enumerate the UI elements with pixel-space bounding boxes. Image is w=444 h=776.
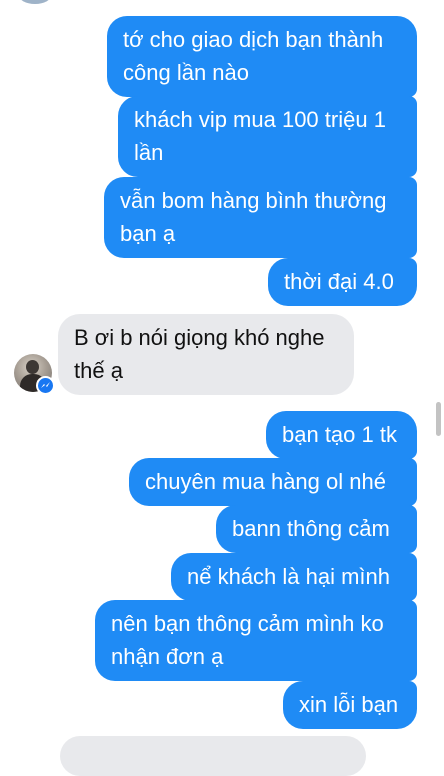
incoming-message[interactable]: B ơi b nói giọng khó nghe thế ạ (58, 314, 354, 395)
outgoing-message[interactable]: nên bạn thông cảm mình ko nhận đơn ạ (95, 600, 417, 681)
outgoing-message[interactable]: chuyên mua hàng ol nhé (129, 458, 417, 506)
outgoing-message[interactable]: khách vip mua 100 triệu 1 lần (118, 96, 417, 177)
chat-thread: tớ cho giao dịch bạn thành công lần nào … (0, 0, 444, 776)
avatar (18, 0, 52, 4)
outgoing-message[interactable]: nể khách là hại mình (171, 553, 417, 601)
scrollbar[interactable] (436, 402, 441, 436)
outgoing-message[interactable]: bạn tạo 1 tk (266, 411, 417, 459)
outgoing-message[interactable]: bann thông cảm (216, 505, 417, 553)
outgoing-message[interactable]: xin lỗi bạn (283, 681, 417, 729)
incoming-message-partial[interactable] (60, 736, 366, 776)
avatar-head (26, 360, 39, 374)
messenger-icon (36, 376, 55, 395)
outgoing-message[interactable]: vẫn bom hàng bình thường bạn ạ (104, 177, 417, 258)
outgoing-message[interactable]: thời đại 4.0 (268, 258, 417, 306)
outgoing-message[interactable]: tớ cho giao dịch bạn thành công lần nào (107, 16, 417, 97)
